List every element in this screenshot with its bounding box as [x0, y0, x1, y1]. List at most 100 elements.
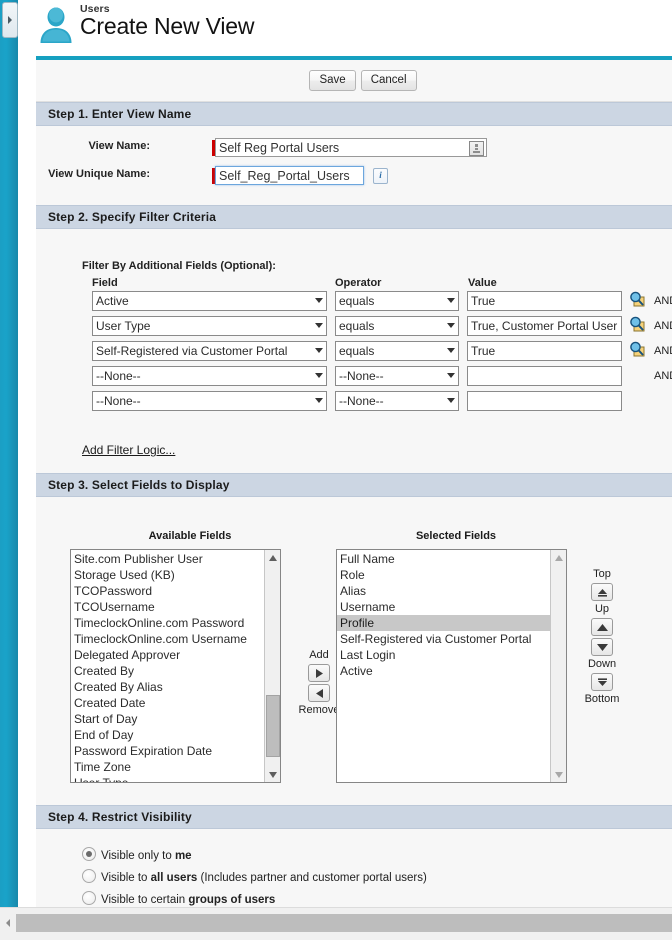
- visibility-option-me[interactable]: Visible only to me: [82, 847, 192, 862]
- list-item[interactable]: Site.com Publisher User: [71, 551, 265, 567]
- list-item[interactable]: Self-Registered via Customer Portal: [337, 631, 551, 647]
- filter-field-select[interactable]: Active: [92, 291, 327, 311]
- selected-fields-listbox[interactable]: Full Name Role Alias Username Profile Self-Re…: [336, 549, 567, 783]
- list-item[interactable]: Role: [337, 567, 551, 583]
- option-pre: Visible to: [101, 872, 151, 884]
- chevron-down-icon: [447, 323, 455, 328]
- filter-field-value: --None--: [96, 394, 141, 408]
- selected-fields-scrollbar[interactable]: [550, 550, 566, 782]
- remove-button[interactable]: [308, 684, 330, 702]
- filter-operator-select[interactable]: --None--: [335, 366, 459, 386]
- filter-operator-value: equals: [339, 294, 375, 308]
- scrollbar-thumb[interactable]: [16, 914, 672, 932]
- list-item[interactable]: Profile: [337, 615, 551, 631]
- filter-operator-select[interactable]: equals: [335, 291, 459, 311]
- selected-fields-label: Selected Fields: [415, 530, 497, 542]
- move-bottom-button[interactable]: [591, 673, 613, 691]
- filter-field-select[interactable]: --None--: [92, 366, 327, 386]
- filter-field-select[interactable]: --None--: [92, 391, 327, 411]
- lookup-search-icon[interactable]: [629, 341, 645, 357]
- radio-button[interactable]: [82, 847, 96, 861]
- move-top-button[interactable]: [591, 583, 613, 601]
- list-item[interactable]: End of Day: [71, 727, 265, 743]
- sidebar-expand-toggle[interactable]: [2, 2, 18, 38]
- filter-operator-select[interactable]: --None--: [335, 391, 459, 411]
- view-name-input[interactable]: Self Reg Portal Users: [215, 138, 487, 157]
- step4-body: Visible only to me Visible to all users …: [36, 829, 672, 915]
- option-strong: groups of users: [188, 894, 276, 906]
- create-new-view-page: Users Create New View Save Cancel Step 1…: [0, 0, 672, 940]
- filter-operator-value: --None--: [339, 369, 384, 383]
- list-item[interactable]: Active: [337, 663, 551, 679]
- info-icon[interactable]: i: [373, 168, 388, 184]
- arrow-up-icon: [596, 623, 608, 631]
- list-item[interactable]: User Type: [71, 775, 265, 782]
- list-item[interactable]: Alias: [337, 583, 551, 599]
- scroll-down-arrow-icon[interactable]: [551, 767, 566, 782]
- filter-value-input[interactable]: True: [467, 291, 622, 311]
- list-item[interactable]: TimeclockOnline.com Username: [71, 631, 265, 647]
- filter-field-value: User Type: [96, 319, 151, 333]
- step2-heading: Step 2. Specify Filter Criteria: [36, 205, 672, 229]
- list-item[interactable]: Full Name: [337, 551, 551, 567]
- chevron-down-icon: [315, 298, 323, 303]
- move-down-button[interactable]: [591, 638, 613, 656]
- radio-button[interactable]: [82, 869, 96, 883]
- list-item[interactable]: TimeclockOnline.com Password: [71, 615, 265, 631]
- list-item[interactable]: Last Login: [337, 647, 551, 663]
- view-name-picker-button[interactable]: [469, 141, 484, 156]
- lookup-search-icon[interactable]: [629, 291, 645, 307]
- filter-and-label: AND: [654, 295, 672, 307]
- view-unique-name-input[interactable]: Self_Reg_Portal_Users: [215, 166, 364, 185]
- filter-and-label: AND: [654, 345, 672, 357]
- add-filter-logic-link[interactable]: Add Filter Logic...: [82, 443, 175, 457]
- scroll-left-arrow-icon[interactable]: [0, 914, 16, 932]
- list-item[interactable]: TCOPassword: [71, 583, 265, 599]
- list-item[interactable]: TCOUsername: [71, 599, 265, 615]
- list-item[interactable]: Created Date: [71, 695, 265, 711]
- radio-button[interactable]: [82, 891, 96, 905]
- list-item[interactable]: Delegated Approver: [71, 647, 265, 663]
- filter-value-input[interactable]: True: [467, 341, 622, 361]
- filter-operator-select[interactable]: equals: [335, 341, 459, 361]
- filter-value-input[interactable]: True, Customer Portal User: [467, 316, 622, 336]
- filter-operator-value: equals: [339, 344, 375, 358]
- lookup-search-icon[interactable]: [629, 316, 645, 332]
- down-label: Down: [587, 658, 617, 670]
- list-item[interactable]: Time Zone: [71, 759, 265, 775]
- filter-and-label: AND: [654, 370, 672, 382]
- scrollbar-thumb[interactable]: [266, 695, 280, 757]
- list-item[interactable]: Password Expiration Date: [71, 743, 265, 759]
- filter-field-select[interactable]: Self-Registered via Customer Portal: [92, 341, 327, 361]
- cancel-button[interactable]: Cancel: [360, 70, 417, 91]
- selected-fields-items[interactable]: Full Name Role Alias Username Profile Self-Re…: [337, 550, 551, 782]
- available-fields-items[interactable]: Site.com Publisher User Storage Used (KB)…: [71, 550, 265, 782]
- filter-value-input[interactable]: [467, 391, 622, 411]
- horizontal-scrollbar[interactable]: [0, 907, 672, 940]
- filter-operator-select[interactable]: equals: [335, 316, 459, 336]
- list-item[interactable]: Created By Alias: [71, 679, 265, 695]
- column-header-value: Value: [468, 277, 497, 289]
- chevron-down-icon: [315, 323, 323, 328]
- filter-section-title: Filter By Additional Fields (Optional):: [82, 260, 276, 272]
- available-fields-scrollbar[interactable]: [264, 550, 280, 782]
- filter-value-input[interactable]: [467, 366, 622, 386]
- available-fields-listbox[interactable]: Site.com Publisher User Storage Used (KB)…: [70, 549, 281, 783]
- bottom-label: Bottom: [584, 693, 620, 705]
- view-unique-name-field-wrap: Self_Reg_Portal_Users i: [212, 166, 388, 186]
- scroll-down-arrow-icon[interactable]: [265, 767, 280, 782]
- chevron-right-icon: [8, 16, 12, 24]
- move-up-button[interactable]: [591, 618, 613, 636]
- list-item[interactable]: Storage Used (KB): [71, 567, 265, 583]
- list-item[interactable]: Start of Day: [71, 711, 265, 727]
- filter-field-select[interactable]: User Type: [92, 316, 327, 336]
- scroll-up-arrow-icon[interactable]: [551, 550, 566, 565]
- visibility-option-all-users[interactable]: Visible to all users (Includes partner a…: [82, 869, 427, 884]
- scroll-up-arrow-icon[interactable]: [265, 550, 280, 565]
- list-item[interactable]: Created By: [71, 663, 265, 679]
- add-button[interactable]: [308, 664, 330, 682]
- chevron-down-icon: [447, 398, 455, 403]
- list-item[interactable]: Username: [337, 599, 551, 615]
- visibility-option-groups[interactable]: Visible to certain groups of users: [82, 891, 275, 906]
- save-button[interactable]: Save: [309, 70, 356, 91]
